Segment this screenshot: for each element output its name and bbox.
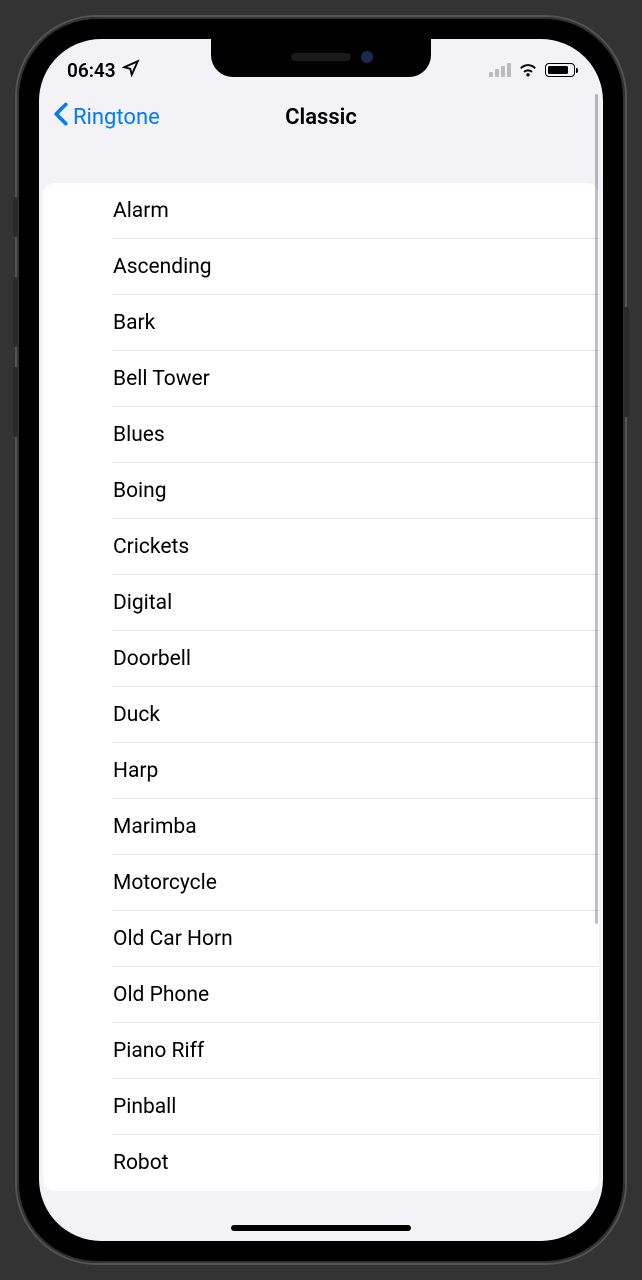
- list-item[interactable]: Robot: [43, 1135, 599, 1191]
- list-item[interactable]: Doorbell: [43, 631, 599, 687]
- ringtone-label: Marimba: [113, 815, 197, 839]
- location-icon: [122, 59, 140, 82]
- battery-icon: [545, 63, 575, 77]
- scroll-indicator[interactable]: [595, 94, 598, 924]
- list-item[interactable]: Boing: [43, 463, 599, 519]
- ringtone-label: Harp: [113, 759, 158, 783]
- list-item[interactable]: Digital: [43, 575, 599, 631]
- volume-up-button: [13, 277, 18, 347]
- mute-switch: [13, 197, 18, 237]
- ringtone-label: Bell Tower: [113, 367, 210, 391]
- ringtone-label: Piano Riff: [113, 1039, 204, 1063]
- wifi-icon: [518, 59, 538, 82]
- list-item[interactable]: Pinball: [43, 1079, 599, 1135]
- content-area: Alarm Ascending Bark Bell Tower Blues Bo…: [39, 145, 603, 1191]
- list-item[interactable]: Blues: [43, 407, 599, 463]
- ringtone-label: Old Phone: [113, 983, 209, 1007]
- ringtone-label: Crickets: [113, 535, 189, 559]
- ringtone-label: Duck: [113, 703, 160, 727]
- status-time: 06:43: [67, 59, 116, 82]
- cellular-signal-icon: [489, 63, 511, 77]
- list-item[interactable]: Bark: [43, 295, 599, 351]
- list-item[interactable]: Ascending: [43, 239, 599, 295]
- ringtone-label: Pinball: [113, 1095, 176, 1119]
- device-frame: 06:43: [17, 17, 625, 1263]
- navigation-bar: Ringtone Classic: [39, 89, 603, 145]
- power-button: [624, 307, 629, 417]
- ringtone-label: Motorcycle: [113, 871, 217, 895]
- list-item[interactable]: Old Car Horn: [43, 911, 599, 967]
- list-item[interactable]: Motorcycle: [43, 855, 599, 911]
- home-indicator[interactable]: [231, 1225, 411, 1231]
- ringtone-label: Doorbell: [113, 647, 191, 671]
- list-item[interactable]: Piano Riff: [43, 1023, 599, 1079]
- ringtone-label: Digital: [113, 591, 172, 615]
- chevron-left-icon: [53, 102, 69, 132]
- back-button[interactable]: Ringtone: [53, 102, 160, 132]
- list-item[interactable]: Marimba: [43, 799, 599, 855]
- back-label: Ringtone: [73, 105, 160, 130]
- ringtone-label: Bark: [113, 311, 155, 335]
- ringtone-label: Old Car Horn: [113, 927, 233, 951]
- ringtone-label: Alarm: [113, 199, 169, 223]
- screen: 06:43: [39, 39, 603, 1241]
- list-item[interactable]: Crickets: [43, 519, 599, 575]
- notch: [211, 39, 431, 77]
- ringtone-label: Boing: [113, 479, 167, 503]
- ringtone-label: Ascending: [113, 255, 212, 279]
- volume-down-button: [13, 367, 18, 437]
- ringtone-list: Alarm Ascending Bark Bell Tower Blues Bo…: [43, 183, 599, 1191]
- list-item[interactable]: Old Phone: [43, 967, 599, 1023]
- list-item[interactable]: Duck: [43, 687, 599, 743]
- list-item[interactable]: Harp: [43, 743, 599, 799]
- list-item[interactable]: Bell Tower: [43, 351, 599, 407]
- ringtone-label: Blues: [113, 423, 165, 447]
- page-title: Classic: [285, 105, 357, 130]
- ringtone-label: Robot: [113, 1151, 169, 1175]
- list-item[interactable]: Alarm: [43, 183, 599, 239]
